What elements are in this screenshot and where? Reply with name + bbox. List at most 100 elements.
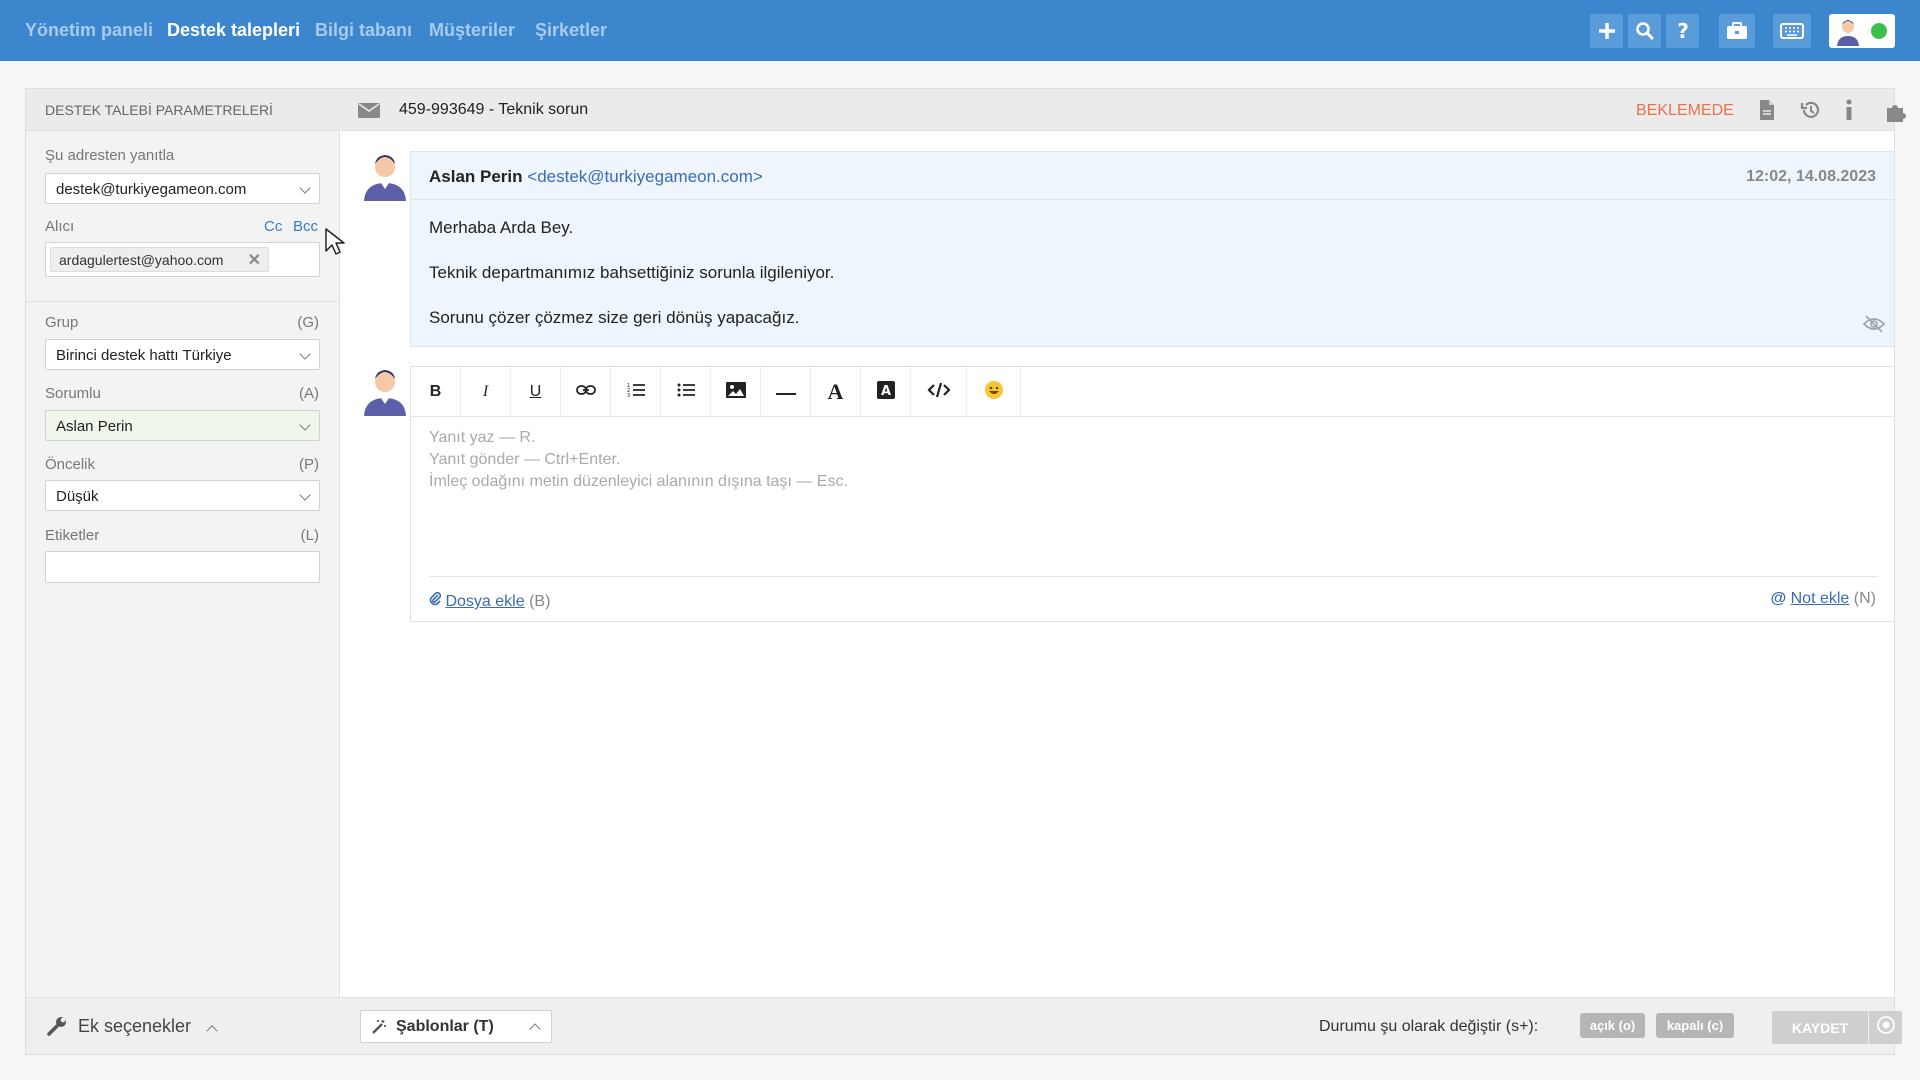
- recipient-chip-label: ardagulertest@yahoo.com: [59, 252, 224, 268]
- editor-divider: [429, 576, 1878, 577]
- horizontal-rule-icon: [775, 383, 796, 401]
- bold-button[interactable]: B: [411, 367, 461, 417]
- ticket-header: 459-993649 - Teknik sorun BEKLEMEDE: [340, 89, 1906, 131]
- add-button[interactable]: [1590, 14, 1623, 48]
- image-icon: [725, 381, 746, 403]
- briefcase-button[interactable]: [1719, 14, 1755, 48]
- code-icon: [926, 382, 951, 403]
- attach-file-hotkey: (B): [529, 593, 551, 610]
- background-color-icon: A: [876, 380, 895, 404]
- reply-from-label: Şu adresten yanıtla: [45, 147, 175, 164]
- plus-icon: [1597, 21, 1617, 41]
- keyboard-button[interactable]: [1773, 14, 1811, 48]
- templates-label: Şablonlar (T): [396, 1018, 494, 1035]
- envelope-icon: [358, 103, 380, 123]
- wrench-icon: [46, 1015, 68, 1042]
- keyboard-icon: [1780, 23, 1804, 39]
- horizontal-rule-button[interactable]: [761, 367, 811, 417]
- nav-tickets[interactable]: Destek talepleri: [167, 20, 300, 41]
- extra-options-toggle[interactable]: Ek seçenekler: [46, 1016, 218, 1037]
- ticket-status[interactable]: BEKLEMEDE: [1636, 102, 1734, 120]
- message-author-email[interactable]: <destek@turkiyegameon.com>: [527, 167, 763, 186]
- svg-text:3: 3: [627, 393, 630, 398]
- message-header: Aslan Perin <destek@turkiyegameon.com>: [411, 152, 1894, 200]
- font-color-button[interactable]: A: [811, 367, 861, 417]
- bcc-link[interactable]: Bcc: [293, 218, 318, 235]
- save-options-button[interactable]: [1869, 1011, 1902, 1044]
- message-author: Aslan Perin: [429, 167, 523, 186]
- recipient-field[interactable]: ardagulertest@yahoo.com ✕: [45, 242, 320, 277]
- help-icon: ?: [1673, 20, 1693, 42]
- add-note-link[interactable]: Not ekle: [1791, 590, 1850, 607]
- recipient-chip: ardagulertest@yahoo.com ✕: [50, 247, 269, 272]
- reply-from-value: destek@turkiyegameon.com: [56, 181, 247, 198]
- mouse-cursor-icon: [325, 228, 345, 261]
- assignee-select[interactable]: Aslan Perin: [45, 410, 320, 441]
- attach-file[interactable]: Dosya ekle (B): [429, 590, 550, 611]
- message-bubble: Aslan Perin <destek@turkiyegameon.com> 1…: [410, 151, 1895, 347]
- priority-hotkey: (P): [299, 456, 319, 473]
- reply-from-select[interactable]: destek@turkiyegameon.com: [45, 173, 320, 204]
- plugin-icon[interactable]: [1884, 99, 1908, 128]
- assignee-value: Aslan Perin: [56, 418, 133, 435]
- change-status-label: Durumu şu olarak değiştir (s+):: [1319, 1018, 1539, 1035]
- templates-button[interactable]: Şablonlar (T): [360, 1010, 552, 1043]
- eye-hidden-icon[interactable]: [1862, 315, 1886, 338]
- top-navigation-bar: Yönetim paneli Destek talepleri Bilgi ta…: [0, 0, 1920, 61]
- bullet-list-button[interactable]: [661, 367, 711, 417]
- info-icon[interactable]: [1844, 99, 1854, 126]
- svg-text:?: ?: [1677, 20, 1689, 42]
- add-note-hotkey: (N): [1853, 590, 1876, 607]
- remove-recipient-icon[interactable]: ✕: [248, 250, 261, 270]
- ticket-parameters-sidebar: DESTEK TALEBİ PARAMETRELERİ Şu adresten …: [26, 89, 340, 1054]
- tags-input[interactable]: [45, 551, 320, 583]
- priority-select[interactable]: Düşük: [45, 480, 320, 511]
- code-button[interactable]: [911, 367, 967, 417]
- status-closed-button[interactable]: kapalı (c): [1656, 1013, 1734, 1038]
- history-icon[interactable]: [1800, 99, 1822, 126]
- cc-link[interactable]: Cc: [264, 218, 282, 235]
- search-button[interactable]: [1628, 14, 1661, 48]
- at-sign-icon: @: [1770, 590, 1787, 607]
- nav-dashboard[interactable]: Yönetim paneli: [25, 20, 153, 41]
- chevron-down-icon: [299, 419, 311, 431]
- avatar: [1833, 16, 1863, 51]
- priority-label: Öncelik: [45, 456, 96, 473]
- ticket-footer: Şablonlar (T) Durumu şu olarak değiştir …: [340, 997, 1902, 1054]
- group-select[interactable]: Birinci destek hattı Türkiye: [45, 339, 320, 370]
- italic-button[interactable]: I: [461, 367, 511, 417]
- group-value: Birinci destek hattı Türkiye: [56, 347, 232, 364]
- group-label: Grup: [45, 314, 79, 331]
- chevron-down-icon: [299, 182, 311, 194]
- link-button[interactable]: [561, 367, 611, 417]
- status-open-button[interactable]: açık (o): [1580, 1013, 1645, 1038]
- tags-hotkey: (L): [300, 527, 319, 544]
- editor-text-area[interactable]: [411, 417, 1894, 562]
- add-note[interactable]: @ Not ekle (N): [1771, 590, 1876, 608]
- background-color-button[interactable]: A: [861, 367, 911, 417]
- ordered-list-icon: 123: [627, 382, 645, 403]
- message-line: Sorunu çözer çözmez size geri dönüş yapa…: [429, 308, 800, 327]
- reply-editor: B I U 123 A A Yanıt yaz — R. Yanıt gönde…: [410, 366, 1895, 622]
- attach-file-link[interactable]: Dosya ekle: [445, 593, 524, 610]
- chevron-up-icon: [206, 1025, 218, 1037]
- assignee-label: Sorumlu: [45, 385, 101, 402]
- emoji-icon: [984, 380, 1004, 405]
- divider: [26, 301, 340, 302]
- help-button[interactable]: ?: [1666, 14, 1699, 48]
- image-button[interactable]: [711, 367, 761, 417]
- briefcase-icon: [1726, 22, 1748, 40]
- extra-options-label: Ek seçenekler: [78, 1016, 192, 1036]
- nav-knowledge-base[interactable]: Bilgi tabanı: [315, 20, 412, 41]
- ordered-list-button[interactable]: 123: [611, 367, 661, 417]
- ticket-title: 459-993649 - Teknik sorun: [399, 101, 589, 118]
- sidebar-footer: Ek seçenekler: [26, 997, 340, 1054]
- nav-companies[interactable]: Şirketler: [535, 20, 607, 41]
- save-button[interactable]: KAYDET: [1772, 1011, 1868, 1044]
- underline-button[interactable]: U: [511, 367, 561, 417]
- document-icon[interactable]: [1758, 99, 1776, 126]
- emoji-button[interactable]: [967, 367, 1021, 417]
- nav-customers[interactable]: Müşteriler: [429, 20, 515, 41]
- user-menu[interactable]: [1829, 14, 1895, 48]
- chevron-down-icon: [299, 348, 311, 360]
